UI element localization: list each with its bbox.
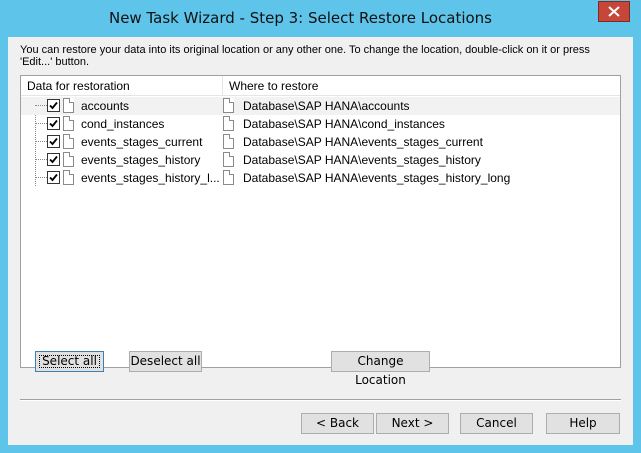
- column-header-destination[interactable]: Where to restore: [223, 76, 620, 96]
- tree-connector: [35, 159, 47, 160]
- table-icon: [63, 98, 74, 113]
- title-bar[interactable]: New Task Wizard - Step 3: Select Restore…: [0, 0, 641, 37]
- item-destination: Database\SAP HANA\events_stages_current: [243, 135, 483, 149]
- item-name: events_stages_history_l...: [81, 171, 220, 185]
- destination-icon: [223, 116, 234, 131]
- tree-connector: [35, 177, 47, 178]
- item-checkbox[interactable]: [47, 153, 60, 166]
- table-icon: [63, 152, 74, 167]
- destination-icon: [223, 98, 234, 113]
- list-item[interactable]: cond_instances Database\SAP HANA\cond_in…: [21, 115, 620, 133]
- checkmark-icon: [49, 137, 58, 146]
- change-location-button[interactable]: Change Location: [331, 351, 430, 387]
- list-header: Data for restoration Where to restore: [21, 76, 620, 96]
- close-button[interactable]: [598, 1, 630, 22]
- list-item[interactable]: accounts Database\SAP HANA\accounts: [21, 97, 620, 115]
- item-destination: Database\SAP HANA\cond_instances: [243, 117, 445, 131]
- back-button[interactable]: < Back: [301, 413, 374, 434]
- destination-icon: [223, 134, 234, 149]
- help-button[interactable]: Help: [546, 413, 620, 434]
- table-icon: [63, 170, 74, 185]
- item-checkbox[interactable]: [47, 117, 60, 130]
- checkmark-icon: [49, 173, 58, 182]
- column-header-data[interactable]: Data for restoration: [21, 76, 223, 96]
- close-icon: [608, 6, 620, 17]
- tree-connector: [35, 105, 47, 106]
- destination-icon: [223, 152, 234, 167]
- item-destination: Database\SAP HANA\events_stages_history_…: [243, 171, 511, 185]
- window-title: New Task Wizard - Step 3: Select Restore…: [108, 9, 492, 27]
- checkmark-icon: [49, 101, 58, 110]
- item-checkbox[interactable]: [47, 99, 60, 112]
- destination-icon: [223, 170, 234, 185]
- table-icon: [63, 116, 74, 131]
- dialog-body: You can restore your data into its origi…: [8, 37, 633, 445]
- list-item[interactable]: events_stages_history_l... Database\SAP …: [21, 169, 620, 187]
- item-name: cond_instances: [81, 117, 165, 131]
- select-all-button[interactable]: Select all: [35, 351, 104, 372]
- deselect-all-button[interactable]: Deselect all: [129, 351, 202, 372]
- button-separator: [20, 399, 621, 401]
- instructions-text: You can restore your data into its origi…: [20, 44, 590, 68]
- wizard-window: New Task Wizard - Step 3: Select Restore…: [0, 0, 641, 453]
- list-item[interactable]: events_stages_history Database\SAP HANA\…: [21, 151, 620, 169]
- item-destination: Database\SAP HANA\accounts: [243, 99, 410, 113]
- tree-connector: [35, 141, 47, 142]
- cancel-button[interactable]: Cancel: [460, 413, 533, 434]
- item-name: events_stages_history: [81, 153, 201, 167]
- item-name: events_stages_current: [81, 135, 203, 149]
- list-item[interactable]: events_stages_current Database\SAP HANA\…: [21, 133, 620, 151]
- item-name: accounts: [81, 99, 130, 113]
- table-icon: [63, 134, 74, 149]
- checkmark-icon: [49, 155, 58, 164]
- item-checkbox[interactable]: [47, 135, 60, 148]
- item-checkbox[interactable]: [47, 171, 60, 184]
- tree-connector: [35, 123, 47, 124]
- restore-locations-list[interactable]: Data for restoration Where to restore ac…: [20, 75, 621, 368]
- item-destination: Database\SAP HANA\events_stages_history: [243, 153, 481, 167]
- next-button[interactable]: Next >: [376, 413, 449, 434]
- checkmark-icon: [49, 119, 58, 128]
